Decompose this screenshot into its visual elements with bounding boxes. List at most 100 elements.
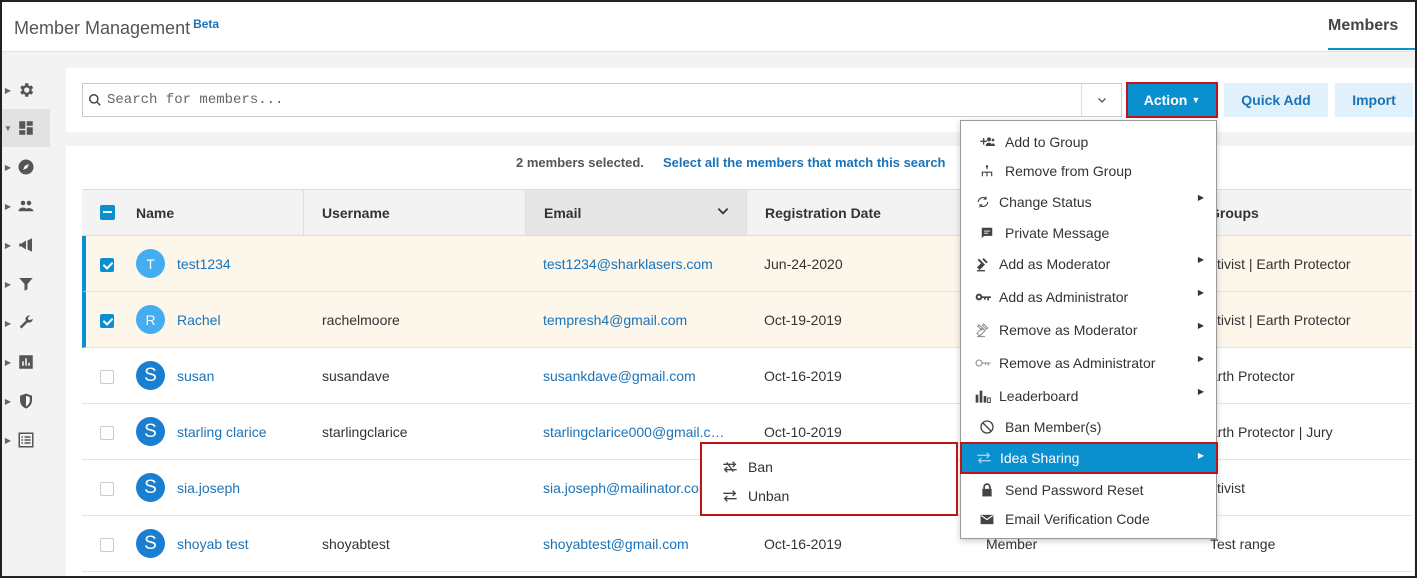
sidebar-item-settings[interactable]: ▶: [2, 71, 50, 109]
registration-date-cell: Oct-19-2019: [764, 312, 842, 328]
quick-add-button[interactable]: Quick Add: [1224, 83, 1328, 117]
username-cell: shoyabtest: [322, 536, 390, 552]
email-link[interactable]: shoyabtest@gmail.com: [543, 516, 689, 572]
groups-cell: ctivist | Earth Protector: [1210, 312, 1351, 328]
sidebar-item-members[interactable]: ▶: [2, 187, 50, 225]
registration-date-cell: Jun-24-2020: [764, 256, 843, 272]
menu-item-send-password-reset[interactable]: Send Password Reset: [961, 474, 1216, 506]
avatar: S: [136, 417, 165, 446]
submenu-item-ban[interactable]: Ban: [702, 452, 956, 481]
caret-down-icon: ▼: [1191, 95, 1201, 105]
idea-sharing-submenu: Ban Unban: [700, 442, 958, 516]
expand-arrow-icon: ▶: [4, 357, 12, 367]
username-cell: susandave: [322, 368, 390, 384]
message-icon: [977, 226, 997, 240]
gavel-outline-icon: [973, 322, 993, 338]
sidebar-item-list[interactable]: ▶: [2, 421, 50, 459]
member-name-link[interactable]: test1234: [177, 236, 231, 292]
submenu-arrow-icon: ▶: [1197, 354, 1204, 363]
menu-item-leaderboard[interactable]: Leaderboard ▶: [961, 380, 1216, 412]
gavel-icon: [973, 256, 993, 272]
column-header-name[interactable]: Name: [82, 190, 304, 235]
expand-arrow-icon: ▶: [4, 201, 12, 211]
row-checkbox[interactable]: [100, 370, 114, 384]
sidebar-item-tools[interactable]: ▶: [2, 304, 50, 342]
submenu-arrow-icon: ▶: [1197, 451, 1204, 460]
menu-item-add-to-group[interactable]: Add to Group: [961, 126, 1216, 158]
menu-item-remove-from-group[interactable]: Remove from Group: [961, 155, 1216, 187]
column-header-registration-date[interactable]: Registration Date: [747, 190, 969, 235]
expand-arrow-icon: ▶: [4, 396, 12, 406]
action-button[interactable]: Action ▼: [1126, 82, 1218, 118]
beta-badge: Beta: [193, 17, 220, 31]
submenu-arrow-icon: ▶: [1197, 288, 1204, 297]
shield-icon: [14, 389, 38, 413]
column-header-groups[interactable]: Groups: [1191, 190, 1412, 235]
sidebar-item-explore[interactable]: ▶: [2, 148, 50, 186]
add-group-icon: [977, 136, 997, 148]
row-checkbox[interactable]: [100, 482, 114, 496]
select-all-checkbox[interactable]: [100, 205, 115, 220]
email-link[interactable]: susankdave@gmail.com: [543, 348, 696, 404]
import-button[interactable]: Import: [1335, 83, 1413, 117]
mail-icon: [977, 514, 997, 525]
submenu-arrow-icon: ▶: [1197, 387, 1204, 396]
key-outline-icon: [973, 357, 993, 369]
menu-item-idea-sharing[interactable]: Idea Sharing ▶: [960, 442, 1218, 474]
member-name-link[interactable]: sia.joseph: [177, 460, 240, 516]
menu-item-add-as-moderator[interactable]: Add as Moderator ▶: [961, 248, 1216, 280]
groups-cell: Test range: [1210, 536, 1276, 552]
submenu-item-unban[interactable]: Unban: [702, 481, 956, 510]
menu-item-private-message[interactable]: Private Message: [961, 217, 1216, 249]
sidebar-item-dashboard[interactable]: ▼: [2, 109, 50, 147]
avatar: R: [136, 305, 165, 334]
sidebar-item-security[interactable]: ▶: [2, 382, 50, 420]
search-dropdown-toggle[interactable]: [1081, 84, 1121, 116]
dashboard-icon: [14, 116, 38, 140]
bar-chart-icon: [14, 350, 38, 374]
row-checkbox[interactable]: [100, 258, 114, 272]
menu-item-remove-as-administrator[interactable]: Remove as Administrator ▶: [961, 347, 1216, 379]
key-icon: [973, 291, 993, 303]
submenu-arrow-icon: ▶: [1197, 321, 1204, 330]
expand-arrow-icon: ▶: [4, 162, 12, 172]
avatar: S: [136, 473, 165, 502]
lock-icon: [977, 483, 997, 497]
member-name-link[interactable]: shoyab test: [177, 516, 249, 572]
submenu-arrow-icon: ▶: [1197, 255, 1204, 264]
menu-item-add-as-administrator[interactable]: Add as Administrator ▶: [961, 281, 1216, 313]
column-header-email[interactable]: Email: [526, 190, 747, 235]
member-name-link[interactable]: starling clarice: [177, 404, 266, 460]
column-header-username[interactable]: Username: [304, 190, 526, 235]
email-link[interactable]: tempresh4@gmail.com: [543, 292, 687, 348]
top-bar: Member Management Beta Members: [2, 2, 1415, 52]
select-all-link[interactable]: Select all the members that match this s…: [663, 155, 946, 170]
sidebar-item-campaigns[interactable]: ▶: [2, 226, 50, 264]
registration-date-cell: Oct-16-2019: [764, 368, 842, 384]
search-input[interactable]: [107, 85, 1081, 115]
email-link[interactable]: starlingclarice000@gmail.c…: [543, 404, 725, 460]
sidebar-item-reports[interactable]: ▶: [2, 343, 50, 381]
row-checkbox[interactable]: [100, 314, 114, 328]
people-icon: [14, 194, 38, 218]
row-checkbox[interactable]: [100, 426, 114, 440]
sidebar-item-filters[interactable]: ▶: [2, 265, 50, 303]
action-menu: Add to Group Remove from Group Change St…: [960, 120, 1218, 539]
menu-item-ban-members[interactable]: Ban Member(s): [961, 411, 1216, 443]
swap-cross-icon: [720, 460, 740, 473]
member-name-link[interactable]: susan: [177, 348, 214, 404]
email-link[interactable]: test1234@sharklasers.com: [543, 236, 713, 292]
email-link[interactable]: sia.joseph@mailinator.cor: [543, 460, 703, 516]
groups-cell: arth Protector: [1210, 368, 1295, 384]
expand-arrow-icon: ▶: [4, 240, 12, 250]
menu-item-remove-as-moderator[interactable]: Remove as Moderator ▶: [961, 314, 1216, 346]
expand-arrow-icon: ▶: [4, 318, 12, 328]
member-name-link[interactable]: Rachel: [177, 292, 221, 348]
search-icon: [83, 83, 107, 117]
registration-date-cell: Oct-16-2019: [764, 536, 842, 552]
row-checkbox[interactable]: [100, 538, 114, 552]
compass-icon: [14, 155, 38, 179]
tab-members[interactable]: Members: [1328, 17, 1415, 50]
menu-item-change-status[interactable]: Change Status ▶: [961, 186, 1216, 218]
menu-item-email-verification-code[interactable]: Email Verification Code: [961, 503, 1216, 535]
